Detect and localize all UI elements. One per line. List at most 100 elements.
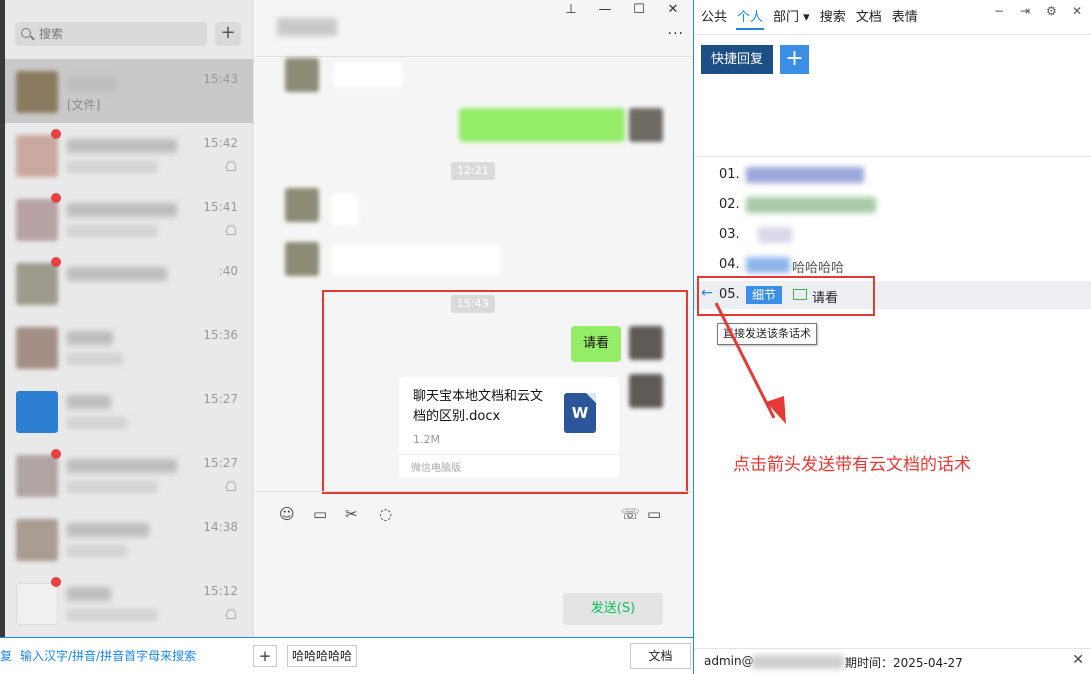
search-icon xyxy=(21,28,31,38)
chat-preview xyxy=(67,161,157,173)
chat-title xyxy=(277,18,337,36)
tab-department-label: 部门 xyxy=(773,10,800,25)
phrase-search-input[interactable]: 输入汉字/拼音/拼音首字母来搜索 xyxy=(20,647,196,664)
tabs-divider xyxy=(694,34,1091,35)
enterprise-avatar xyxy=(16,391,58,433)
phrase-chip[interactable]: 哈哈哈哈哈 xyxy=(287,645,358,667)
mute-bell-icon xyxy=(226,481,236,491)
message-bubble xyxy=(331,194,359,226)
close-icon[interactable]: ✕ xyxy=(666,2,680,17)
input-divider xyxy=(255,491,692,492)
scissors-icon[interactable]: ✂ xyxy=(345,505,358,523)
chat-time: 15:43 xyxy=(203,72,238,86)
chat-list-item[interactable]: :40 xyxy=(5,251,253,315)
tab-personal[interactable]: 个人 xyxy=(736,6,765,30)
search-input[interactable] xyxy=(39,25,199,43)
account-redacted xyxy=(752,655,844,669)
reply-item[interactable]: 03. xyxy=(694,221,1091,249)
chat-name xyxy=(67,267,167,281)
contact-avatar xyxy=(285,242,319,276)
annotation-arrowhead xyxy=(766,396,786,424)
chat-list-item[interactable]: 15:42 xyxy=(5,123,253,187)
unread-dot xyxy=(51,449,61,459)
chat-time: 15:12 xyxy=(203,584,238,598)
chat-name xyxy=(67,523,149,537)
chat-name xyxy=(67,139,177,153)
chat-list-panel: + [文件] 15:43 15:42 15:41 :40 15:36 xyxy=(0,0,254,637)
chat-list-item[interactable]: 15:12 xyxy=(5,571,253,635)
tab-public[interactable]: 公共 xyxy=(700,6,728,30)
chat-list-item[interactable]: 15:27 xyxy=(5,379,253,443)
mute-bell-icon xyxy=(226,161,236,171)
avatar xyxy=(16,327,58,369)
reply-item[interactable]: 01. xyxy=(694,161,1091,189)
reply-content xyxy=(746,197,876,213)
chat-name xyxy=(67,395,111,409)
tab-search[interactable]: 搜索 xyxy=(819,6,847,30)
chat-preview xyxy=(67,353,123,365)
chat-name xyxy=(67,203,177,217)
chat-preview xyxy=(67,481,157,493)
chat-list-item[interactable]: 15:27 xyxy=(5,443,253,507)
emoji-icon[interactable]: ☺ xyxy=(279,505,295,523)
message-bubble xyxy=(331,244,501,276)
chat-name xyxy=(67,459,177,473)
window-controls: ⊥ — ☐ ✕ xyxy=(564,2,680,17)
folder-icon[interactable]: ▭ xyxy=(313,505,327,523)
contact-avatar xyxy=(285,188,319,222)
search-box[interactable] xyxy=(15,22,207,46)
send-button[interactable]: 发送(S) xyxy=(563,593,663,625)
message-bubble xyxy=(459,108,625,142)
header-divider xyxy=(255,56,692,57)
chat-time: 15:27 xyxy=(203,392,238,406)
expiry-date: 期时间：2025-04-27 xyxy=(845,656,963,670)
unread-dot xyxy=(51,257,61,267)
phone-icon[interactable]: ☏ xyxy=(621,505,640,523)
reply-item[interactable]: 02. xyxy=(694,191,1091,219)
chat-list-item[interactable]: 14:38 xyxy=(5,507,253,571)
chat-name xyxy=(67,77,117,91)
highlight-box xyxy=(322,290,688,494)
add-chat-button[interactable]: + xyxy=(215,22,241,46)
tab-emoji[interactable]: 表情 xyxy=(891,6,919,30)
more-options-icon[interactable]: ··· xyxy=(668,26,684,42)
quick-reply-button[interactable]: 快捷回复 xyxy=(701,45,773,74)
reply-number: 03. xyxy=(719,227,740,242)
chat-name xyxy=(67,331,113,345)
reply-content xyxy=(746,167,864,183)
annotation-text: 点击箭头发送带有云文档的话术 xyxy=(733,455,971,475)
chat-preview xyxy=(67,417,127,429)
chat-window: ⊥ — ☐ ✕ ··· 12:21 15:43 请看 聊天宝本地文档和云文档的区… xyxy=(255,0,692,637)
avatar xyxy=(16,455,58,497)
minimize-icon[interactable]: — xyxy=(598,2,612,17)
collapse-icon[interactable]: − xyxy=(994,4,1004,18)
reply-number: 01. xyxy=(719,167,740,182)
unread-dot xyxy=(51,129,61,139)
documents-button[interactable]: 文档 xyxy=(630,643,691,669)
status-bar: admin@ 期时间：2025-04-27 ✕ xyxy=(694,648,1091,674)
chat-list-item[interactable]: [文件] 15:43 xyxy=(5,59,253,123)
chat-preview: [文件] xyxy=(67,98,101,112)
chat-time: 15:27 xyxy=(203,456,238,470)
chat-list-item[interactable]: 15:36 xyxy=(5,315,253,379)
chat-time: :40 xyxy=(218,264,238,278)
dropdown-arrow-icon: ▾ xyxy=(799,10,810,25)
settings-icon[interactable]: ⚙ xyxy=(1046,4,1057,18)
chat-history-icon[interactable]: ◌ xyxy=(379,505,392,523)
tooltip: 直接发送该条话术 xyxy=(717,323,817,345)
avatar xyxy=(16,135,58,177)
add-phrase-button[interactable]: + xyxy=(253,645,277,667)
tab-department[interactable]: 部门 ▾ xyxy=(772,6,811,30)
reply-item[interactable]: 04. 哈哈哈哈 xyxy=(694,251,1091,279)
close-panel-icon[interactable]: ✕ xyxy=(1072,4,1082,18)
maximize-icon[interactable]: ☐ xyxy=(632,2,646,17)
pin-icon[interactable]: ⊥ xyxy=(564,2,578,17)
close-icon[interactable]: ✕ xyxy=(1072,652,1084,668)
video-call-icon[interactable]: ▭ xyxy=(647,505,661,523)
add-reply-button[interactable]: + xyxy=(780,45,809,74)
logout-icon[interactable]: ⇥ xyxy=(1020,4,1030,18)
chat-preview xyxy=(67,545,127,557)
chat-time: 14:38 xyxy=(203,520,238,534)
chat-list-item[interactable]: 15:41 xyxy=(5,187,253,251)
tab-documents[interactable]: 文档 xyxy=(855,6,883,30)
